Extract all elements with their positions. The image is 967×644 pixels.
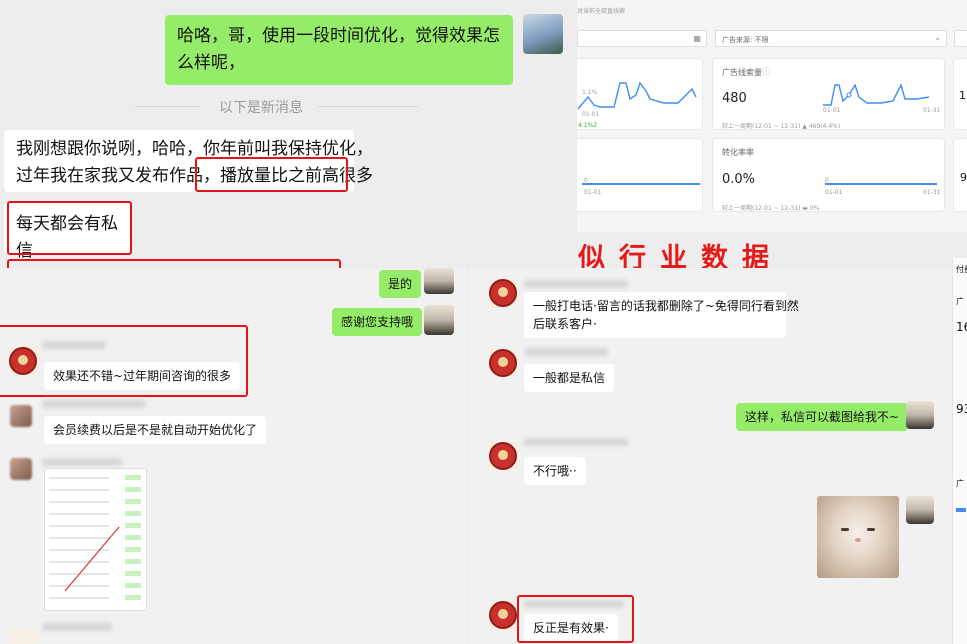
blurred-sender-name	[42, 400, 146, 408]
cat-sticker-image[interactable]	[817, 496, 899, 578]
right-edge-strip: 付费 广 16 93 广	[952, 258, 967, 644]
outgoing-yes-text: 是的	[388, 277, 413, 291]
info-icon: ⓘ	[762, 67, 770, 76]
metric-card-left-bottom: 0 01-01	[577, 138, 703, 212]
customer-avatar[interactable]	[488, 348, 518, 378]
left-card-trend-line	[577, 81, 697, 110]
highlight-box-daily-dm	[7, 201, 132, 255]
right-card-value-fragment: 1	[959, 89, 966, 102]
red-annotation-arrow	[64, 526, 120, 592]
own-avatar[interactable]	[906, 401, 934, 429]
calendar-icon: ▦	[693, 34, 701, 43]
conversion-flat-line	[825, 183, 937, 185]
screenshot-request-text: 这样，私信可以截图给我不~	[745, 410, 900, 424]
extra-filter-field[interactable]	[954, 30, 967, 47]
customer-avatar[interactable]	[8, 628, 38, 644]
own-avatar[interactable]	[906, 496, 934, 524]
ad-leads-date-start: 01-01	[823, 107, 841, 114]
right-edge-blue-block	[956, 508, 966, 512]
left-card-bottom-date: 01-01	[584, 189, 602, 196]
chevron-down-icon: ⌄	[934, 33, 941, 42]
new-messages-divider-left	[135, 106, 200, 107]
own-avatar[interactable]	[523, 14, 563, 54]
new-messages-divider-right	[318, 106, 418, 107]
incoming-bubble-no[interactable]: 不行哦··	[524, 457, 586, 485]
right-edge-number-2: 93	[956, 402, 967, 416]
metric-card-right-bottom: 9	[953, 138, 967, 212]
dashboard-header-text: 对当前全部直线索	[577, 8, 626, 15]
right-card-bottom-fragment: 9	[960, 171, 967, 184]
date-range-field[interactable]: ▦	[577, 30, 707, 47]
ad-source-filter-label: 广告来源: 不限	[722, 36, 769, 44]
left-card-compare: 4.1%2	[578, 122, 598, 129]
incoming-bubble-dm[interactable]: 一般都是私信	[524, 364, 615, 392]
right-edge-label-1: 广	[956, 297, 964, 306]
incoming-bubble-calls[interactable]: 一般打电话·留言的话我都删除了~免得同行看到然 后联系客户·	[524, 292, 799, 338]
outgoing-bubble-thanks[interactable]: 感谢您支持哦	[332, 308, 423, 336]
ad-leads-title: 广告线索量	[722, 68, 762, 77]
highlight-box-partial	[7, 259, 341, 268]
chat-panel-bottom-right: 一般打电话·留言的话我都删除了~免得同行看到然 后联系客户· 一般都是私信 这样…	[470, 268, 952, 644]
metric-card-ad-leads: 广告线索量 ⓘ 480 01-01 01-31 较上一周期(12-01 ~ 12…	[712, 58, 945, 130]
left-card-date: 01-01	[582, 111, 600, 118]
refusal-text: 不行哦··	[533, 464, 577, 478]
right-edge-number-1: 16	[956, 320, 967, 334]
brand-logo-icon	[9, 347, 37, 375]
outgoing-bubble-yes[interactable]: 是的	[379, 270, 422, 298]
own-avatar[interactable]	[424, 268, 454, 294]
blurred-sender-name	[524, 438, 628, 446]
outgoing-message-bubble[interactable]: 哈咯，哥，使用一段时间优化，觉得效果怎么样呢，	[165, 15, 513, 85]
ad-leads-compare: 较上一周期(12-01 ~ 12-31) ▲ 469(4.4%)	[722, 123, 841, 130]
info-icon: ⓘ	[746, 147, 754, 156]
calls-text-line-2: 后联系客户·	[533, 317, 597, 331]
conversion-date-end: 01-31	[923, 189, 941, 196]
calls-text-line-1: 一般打电话·留言的话我都删除了~免得同行看到然	[533, 299, 799, 313]
right-edge-label-2: 广	[956, 479, 964, 488]
dm-text: 一般都是私信	[533, 371, 606, 385]
highlight-box-effective	[517, 595, 634, 643]
brand-logo-icon	[489, 442, 517, 470]
incoming-message-line-2: 过年我在家我又发布作品，	[16, 166, 220, 186]
new-messages-divider-label: 以下是新消息	[219, 100, 303, 116]
conversion-value: 0.0%	[722, 172, 756, 187]
blurred-sender-name	[42, 341, 106, 349]
outgoing-bubble-screenshot[interactable]: 这样，私信可以截图给我不~	[736, 403, 909, 431]
shared-screenshot-image[interactable]	[44, 468, 147, 611]
metric-card-left-top: 1.1% 01-01 4.1%2	[577, 58, 703, 130]
ad-source-filter[interactable]: 广告来源: 不限 ⌄	[715, 30, 947, 47]
blurred-sender-name	[42, 623, 112, 631]
analytics-dashboard: 对当前全部直线索 ▦ 广告来源: 不限 ⌄ 1.1% 01-01 4.1%2 广…	[577, 0, 967, 232]
ad-leads-date-end: 01-31	[923, 107, 941, 114]
ad-leads-value: 480	[722, 91, 747, 106]
blurred-sender-name	[42, 458, 122, 466]
brand-logo-icon	[489, 601, 517, 629]
customer-avatar[interactable]	[8, 346, 38, 376]
thanks-text: 感谢您支持哦	[341, 315, 414, 329]
own-avatar[interactable]	[424, 305, 454, 335]
brand-logo-icon	[489, 349, 517, 377]
metric-card-conversion: 转化率率 ⓘ 0.0% 0 01-01 01-31 较上一周期(12-01 ~ …	[712, 138, 945, 212]
renewal-text: 会员续费以后是不是就自动开始优化了	[53, 423, 258, 437]
consult-text: 效果还不错~过年期间咨询的很多	[53, 369, 232, 383]
metric-card-right-top: 1	[953, 58, 967, 130]
outgoing-message-text: 哈咯，哥，使用一段时间优化，觉得效果怎么样呢，	[177, 26, 500, 73]
customer-avatar[interactable]	[488, 600, 518, 630]
customer-avatar[interactable]	[488, 441, 518, 471]
incoming-bubble-consult[interactable]: 效果还不错~过年期间咨询的很多	[44, 362, 241, 390]
blurred-sender-name	[524, 280, 628, 288]
customer-avatar[interactable]	[488, 278, 518, 308]
chat-panel-top: 哈咯，哥，使用一段时间优化，觉得效果怎么样呢， 以下是新消息 我刚想跟你说咧，哈…	[0, 0, 577, 268]
left-card-bottom-flat-line	[582, 183, 700, 185]
ad-leads-trend-line	[823, 83, 930, 106]
blurred-sender-name	[524, 348, 608, 356]
customer-avatar-blurred[interactable]	[10, 405, 32, 427]
brand-logo-icon	[489, 279, 517, 307]
conversion-compare: 较上一周期(12-01 ~ 12-31) ▬ 0%	[722, 205, 820, 212]
incoming-bubble-renewal[interactable]: 会员续费以后是不是就自动开始优化了	[44, 416, 267, 444]
chat-panel-bottom-left: 是的 感谢您支持哦 效果还不错~过年期间咨询的很多 会员续费以后是不是就自动开始…	[0, 268, 467, 644]
highlight-box-play-count	[195, 157, 348, 192]
customer-avatar-blurred[interactable]	[10, 458, 32, 480]
right-edge-paid-label: 付费	[956, 265, 967, 274]
conversion-date-start: 01-01	[825, 189, 843, 196]
